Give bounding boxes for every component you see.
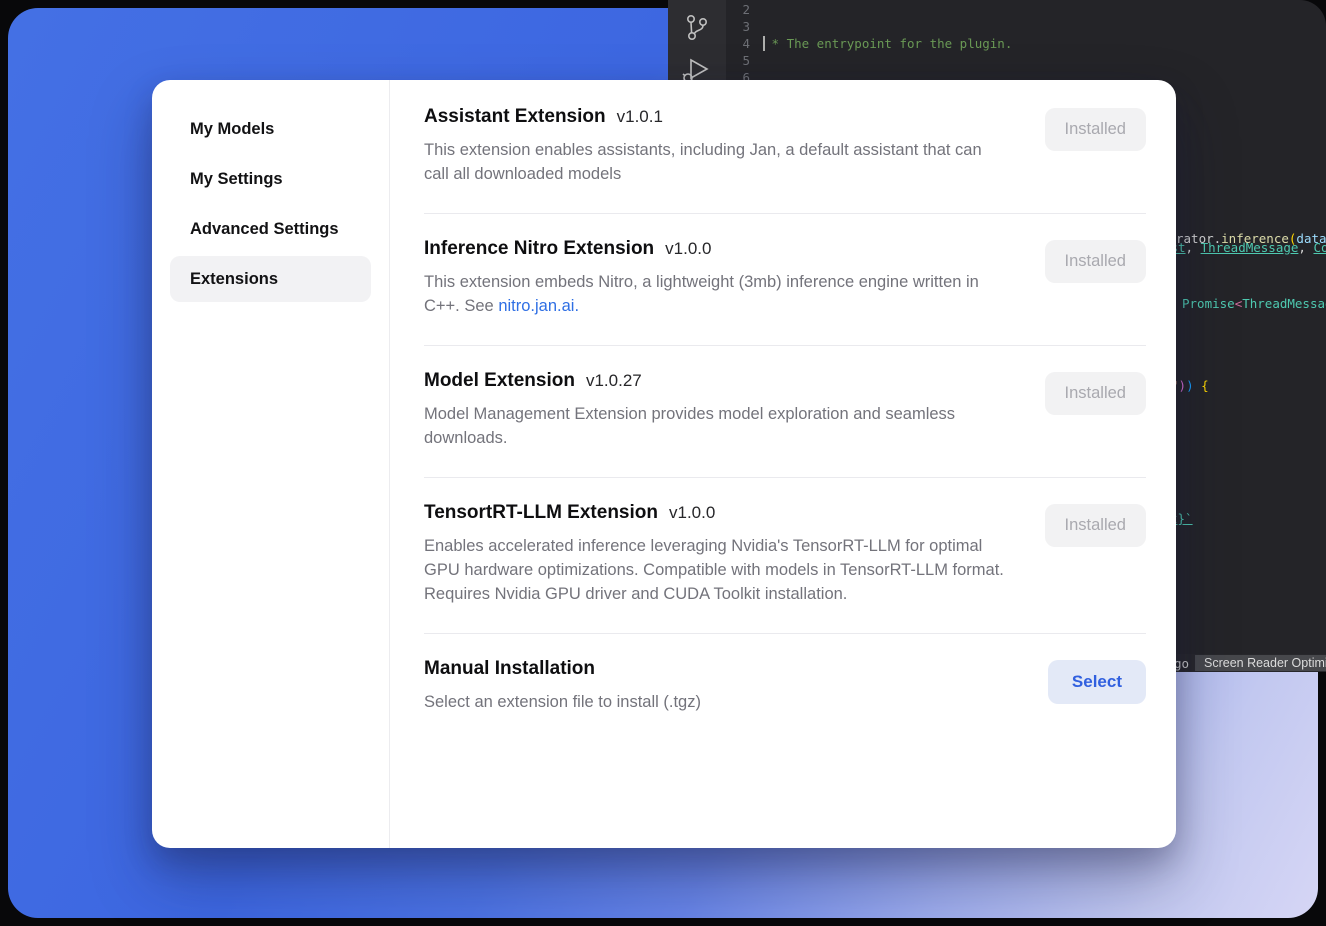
extension-version: v1.0.1 [617,107,663,127]
extension-version: v1.0.27 [586,371,642,391]
extension-description: Model Management Extension provides mode… [424,402,1004,450]
installed-button[interactable]: Installed [1045,504,1146,547]
installed-button[interactable]: Installed [1045,108,1146,151]
extension-title: TensortRT-LLM Extension v1.0.0 [424,502,1004,524]
extension-info: Manual Installation Select an extension … [424,658,701,714]
manual-installation-description: Select an extension file to install (.tg… [424,690,701,714]
sidebar-item-extensions[interactable]: Extensions [170,256,371,302]
source-control-icon[interactable] [683,12,711,47]
settings-modal: My Models My Settings Advanced Settings … [152,80,1176,848]
extension-info: TensortRT-LLM Extension v1.0.0 Enables a… [424,502,1004,606]
extension-name: TensortRT-LLM Extension [424,502,658,524]
extension-title: Model Extension v1.0.27 [424,370,1004,392]
extension-version: v1.0.0 [665,239,711,259]
code-line-comment: * The entrypoint for the plugin. [764,35,1326,52]
extension-description: This extension enables assistants, inclu… [424,138,1004,186]
extensions-list: Assistant Extension v1.0.1 This extensio… [390,80,1176,848]
extension-name: Inference Nitro Extension [424,238,654,260]
select-file-button[interactable]: Select [1048,660,1146,704]
extension-name: Assistant Extension [424,106,606,128]
code-fragment-closing: ")) { [1171,378,1209,393]
sidebar-item-my-models[interactable]: My Models [170,106,371,152]
extension-name: Model Extension [424,370,575,392]
installed-button[interactable]: Installed [1045,372,1146,415]
extension-row-inference-nitro: Inference Nitro Extension v1.0.0 This ex… [424,214,1146,346]
statusbar-text-tail: go [1174,656,1189,671]
manual-installation-title: Manual Installation [424,658,701,680]
extension-title: Assistant Extension v1.0.1 [424,106,1004,128]
nitro-jan-ai-link[interactable]: nitro.jan.ai. [498,297,579,315]
extension-info: Inference Nitro Extension v1.0.0 This ex… [424,238,1004,318]
stage: 2 3 4 5 6 * The entrypoint for the plugi… [0,0,1326,926]
line-numbers: 2 3 4 5 6 [726,1,750,86]
extension-description: Enables accelerated inference leveraging… [424,534,1004,606]
code-fragment-promise: Promise<ThreadMessage> [1182,296,1326,311]
extension-info: Model Extension v1.0.27 Model Management… [424,370,1004,450]
extension-version: v1.0.0 [669,503,715,523]
sidebar-item-my-settings[interactable]: My Settings [170,156,371,202]
manual-installation-row: Manual Installation Select an extension … [424,634,1146,741]
screen-reader-optimized-button[interactable]: Screen Reader Optimized [1195,655,1326,671]
text-cursor [763,36,765,51]
extension-title: Inference Nitro Extension v1.0.0 [424,238,1004,260]
extension-description: This extension embeds Nitro, a lightweig… [424,270,1004,318]
settings-sidebar: My Models My Settings Advanced Settings … [152,80,390,848]
extension-row-assistant: Assistant Extension v1.0.1 This extensio… [424,82,1146,214]
installed-button[interactable]: Installed [1045,240,1146,283]
extension-row-model: Model Extension v1.0.27 Model Management… [424,346,1146,478]
sidebar-item-advanced-settings[interactable]: Advanced Settings [170,206,371,252]
extension-info: Assistant Extension v1.0.1 This extensio… [424,106,1004,186]
code-fragment-inference: rator.inference(data)); [1176,231,1326,246]
extension-row-tensorrt-llm: TensortRT-LLM Extension v1.0.0 Enables a… [424,478,1146,634]
